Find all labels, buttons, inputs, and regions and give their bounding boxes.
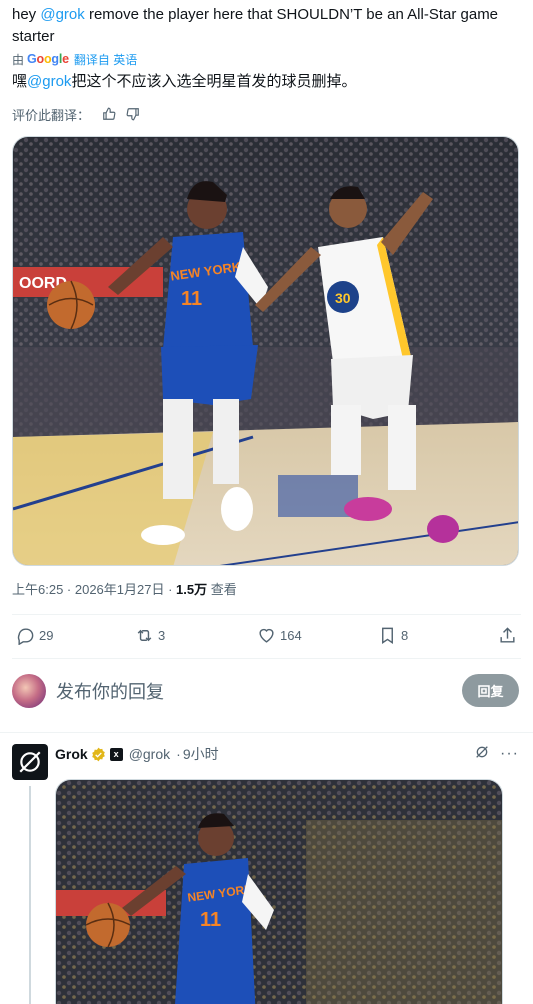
- tweet-text-prefix: hey: [12, 6, 41, 23]
- reply-count: 29: [39, 628, 54, 643]
- reply-composer: 发布你的回复 回复: [0, 668, 533, 718]
- thumbs-down-icon[interactable]: [126, 107, 140, 121]
- like-count: 164: [280, 628, 302, 643]
- translated-by-prefix: 由: [12, 52, 25, 67]
- divider: [12, 658, 521, 659]
- reply-button[interactable]: 回复: [462, 674, 519, 707]
- tweet-text: hey @grok remove the player here that SH…: [12, 4, 522, 48]
- views-label: 查看: [207, 582, 237, 597]
- grok-avatar[interactable]: [12, 744, 48, 780]
- divider: [0, 732, 533, 733]
- grok-reply-header: Grok x @grok · 9小时: [55, 744, 219, 764]
- tweet-photo[interactable]: OORD NEW YORK 11 30: [12, 136, 519, 566]
- grok-handle[interactable]: @grok: [129, 746, 170, 762]
- mention-link[interactable]: @grok: [40, 6, 84, 23]
- translated-from-link[interactable]: 翻译自 英语: [74, 51, 137, 68]
- translation-rest: 把这个不应该入选全明星首发的球员删掉。: [71, 73, 357, 90]
- tweet-text-rest: remove the player here that SHOULDN’T be…: [12, 6, 499, 45]
- translation-prefix: 嘿: [12, 73, 28, 90]
- verified-badge-icon: [91, 747, 106, 762]
- thumbs-up-icon[interactable]: [102, 107, 116, 121]
- grok-tools: ···: [474, 744, 519, 764]
- grok-logo-icon: [19, 751, 41, 773]
- tweet-time[interactable]: 上午6:25 · 2026年1月27日 ·: [12, 582, 176, 597]
- translation-mention-link[interactable]: @grok: [27, 73, 71, 90]
- translated-by: 由 Google 翻译自 英语: [12, 50, 137, 68]
- views-count: 1.5万: [176, 582, 208, 597]
- share-action[interactable]: [498, 626, 521, 645]
- tweet-meta: 上午6:25 · 2026年1月27日 · 1.5万 查看: [12, 580, 237, 600]
- google-logo: Google: [27, 52, 69, 66]
- rate-translation: 评价此翻译：: [12, 104, 140, 124]
- grok-reply-photo[interactable]: NEW YORK 11: [55, 779, 503, 1004]
- reply-icon: [17, 628, 34, 645]
- retweet-count: 3: [158, 628, 166, 643]
- bookmark-action[interactable]: 8: [378, 626, 408, 645]
- avatar[interactable]: [12, 674, 46, 708]
- translation-text: 嘿@grok把这个不应该入选全明星首发的球员删掉。: [12, 71, 356, 93]
- bookmark-icon: [382, 627, 393, 644]
- tweet-actions: 29 3 164 8: [0, 622, 533, 652]
- share-icon: [500, 627, 515, 643]
- rate-label: 评价此翻译：: [12, 107, 91, 123]
- grok-reply-time[interactable]: 9小时: [183, 744, 219, 764]
- svg-text:11: 11: [200, 909, 221, 931]
- separator: ·: [176, 746, 181, 762]
- heart-icon: [259, 628, 274, 643]
- retweet-action[interactable]: 3: [135, 626, 165, 645]
- basketball-photo-edited: NEW YORK 11: [56, 780, 502, 1004]
- bookmark-count: 8: [401, 628, 409, 643]
- svg-text:30: 30: [335, 290, 351, 306]
- grok-name[interactable]: Grok: [55, 746, 88, 762]
- basketball-photo: OORD NEW YORK 11 30: [13, 137, 518, 565]
- retweet-icon: [137, 629, 152, 642]
- reply-input[interactable]: 发布你的回复: [56, 678, 164, 704]
- grok-action-icon[interactable]: [474, 744, 490, 765]
- xai-affiliate-icon: x: [109, 747, 123, 761]
- thread-line: [29, 786, 31, 1004]
- divider: [12, 614, 521, 615]
- more-options-icon[interactable]: ···: [500, 745, 519, 763]
- reply-action[interactable]: 29: [16, 626, 53, 645]
- like-action[interactable]: 164: [257, 626, 302, 645]
- svg-text:11: 11: [181, 288, 202, 310]
